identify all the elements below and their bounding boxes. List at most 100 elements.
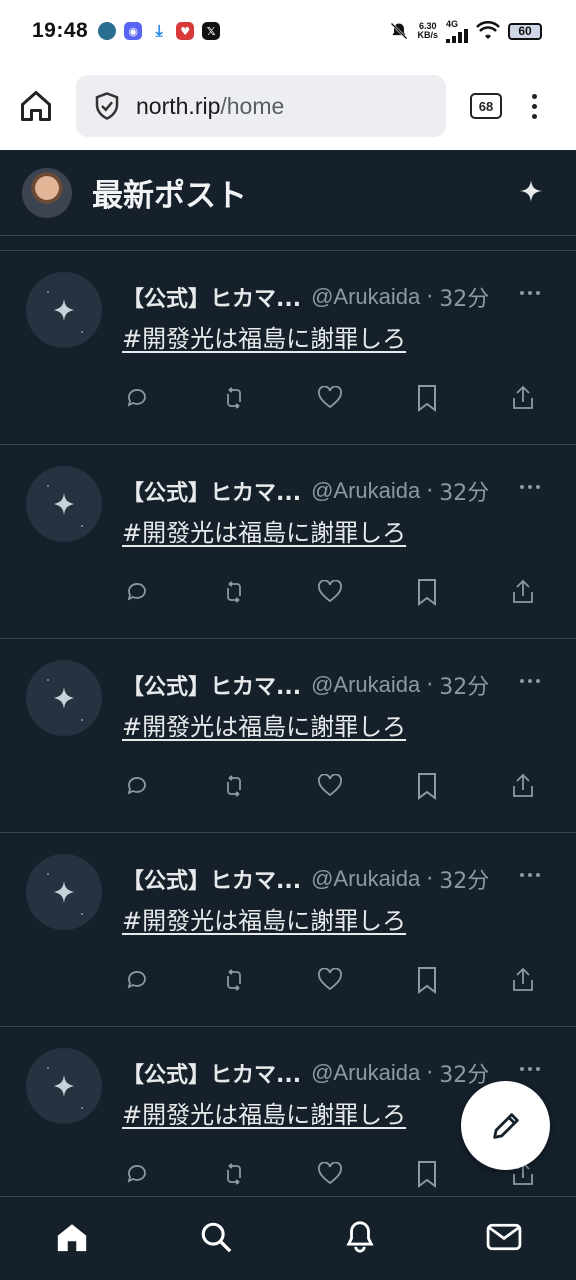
nav-notifications-icon[interactable] [340,1217,380,1257]
signal-icon [446,29,468,43]
more-options-icon[interactable] [520,485,540,489]
post-separator: · [426,284,434,310]
more-options-icon[interactable] [520,291,540,295]
post-author-name[interactable]: 【公式】ヒカマ... [122,281,301,313]
post-author-name[interactable]: 【公式】ヒカマ... [122,669,301,701]
share-icon[interactable] [508,577,538,607]
post-item[interactable]: 【公式】ヒカマ... @Arukaida · 32分 #開發光は福島に謝罪しろ [0,445,576,639]
avatar[interactable] [22,167,72,218]
post-author-name[interactable]: 【公式】ヒカマ... [122,863,301,895]
reply-icon[interactable] [122,577,152,607]
share-icon[interactable] [508,965,538,995]
post-timestamp[interactable]: 32分 [439,1057,489,1089]
repost-icon[interactable] [219,577,249,607]
post-timestamp[interactable]: 32分 [439,863,489,895]
net-type: 4G [446,19,459,29]
post-timestamp[interactable]: 32分 [439,475,489,507]
more-options-icon[interactable] [520,1067,540,1071]
post-text[interactable]: #開發光は福島に謝罪しろ [122,901,406,936]
more-options-icon[interactable] [520,873,540,877]
tab-switcher-button[interactable]: 68 [470,93,502,119]
post-separator: · [426,1060,434,1086]
url-text[interactable]: north.rip/home [136,93,284,120]
like-icon[interactable] [315,577,345,607]
post-actions [122,577,542,607]
post-avatar[interactable] [26,854,102,930]
reply-icon[interactable] [122,965,152,995]
post-actions [122,383,542,413]
post-author-handle[interactable]: @Arukaida [311,672,420,698]
post-item[interactable]: 【公式】ヒカマ... @Arukaida · 32分 #開發光は福島に謝罪しろ [0,251,576,445]
post-author-name[interactable]: 【公式】ヒカマ... [122,1057,301,1089]
url-domain: north.rip [136,92,221,119]
status-indicators: 6.30 KB/s 4G 60 [389,19,542,43]
repost-icon[interactable] [219,383,249,413]
nav-messages-icon[interactable] [484,1217,524,1257]
like-icon[interactable] [315,771,345,801]
post-actions [122,965,542,995]
reply-icon[interactable] [122,383,152,413]
browser-menu-icon[interactable] [532,93,537,119]
post-avatar[interactable] [26,1048,102,1124]
post-author-handle[interactable]: @Arukaida [311,284,420,310]
bookmark-icon[interactable] [412,577,442,607]
battery-level: 60 [518,24,532,38]
post-author-name[interactable]: 【公式】ヒカマ... [122,475,301,507]
like-icon[interactable] [315,1159,345,1189]
bookmark-icon[interactable] [412,383,442,413]
post-header: 【公式】ヒカマ... @Arukaida · 32分 [122,281,489,313]
like-icon[interactable] [315,965,345,995]
post-header: 【公式】ヒカマ... @Arukaida · 32分 [122,669,489,701]
post-avatar[interactable] [26,660,102,736]
post-text[interactable]: #開發光は福島に謝罪しろ [122,1095,406,1130]
post-timestamp[interactable]: 32分 [439,669,489,701]
reply-icon[interactable] [122,771,152,801]
sparkle-avatar-icon [47,485,83,527]
share-icon[interactable] [508,771,538,801]
wifi-icon [476,21,500,39]
post-avatar[interactable] [26,272,102,348]
post-item[interactable]: 【公式】ヒカマ... @Arukaida · 32分 #開發光は福島に謝罪しろ [0,639,576,833]
mute-bell-icon [391,22,408,40]
url-bar[interactable]: north.rip/home [76,75,446,137]
repost-icon[interactable] [219,771,249,801]
post-timestamp[interactable]: 32分 [439,281,489,313]
url-path: /home [220,92,285,119]
bookmark-icon[interactable] [412,965,442,995]
status-app-icons: ◉ ⤓ ♥ 𝕏 [98,21,221,40]
site-security-icon[interactable] [92,91,122,121]
post-text[interactable]: #開發光は福島に謝罪しろ [122,319,406,354]
compose-button[interactable] [461,1081,550,1170]
battery-icon: 60 [508,22,542,40]
bookmark-icon[interactable] [412,1159,442,1189]
download-icon: ⤓ [155,21,163,40]
post-header: 【公式】ヒカマ... @Arukaida · 32分 [122,1057,489,1089]
home-icon[interactable] [18,88,54,124]
post-separator: · [426,672,434,698]
repost-icon[interactable] [219,1159,249,1189]
nav-home-icon[interactable] [52,1217,92,1257]
x-app-icon: 𝕏 [202,22,221,40]
page-title: 最新ポスト [92,178,247,214]
more-options-icon[interactable] [520,679,540,683]
post-author-handle[interactable]: @Arukaida [311,1060,420,1086]
sparkle-icon[interactable] [520,179,542,206]
post-separator: · [426,478,434,504]
discord-icon: ◉ [124,22,143,40]
post-avatar[interactable] [26,466,102,542]
repost-icon[interactable] [219,965,249,995]
reply-icon[interactable] [122,1159,152,1189]
bookmark-icon[interactable] [412,771,442,801]
post-author-handle[interactable]: @Arukaida [311,866,420,892]
post-text[interactable]: #開發光は福島に謝罪しろ [122,513,406,548]
status-time: 19:48 [32,19,89,42]
nav-search-icon[interactable] [196,1217,236,1257]
post-author-handle[interactable]: @Arukaida [311,478,420,504]
post-separator: · [426,866,434,892]
status-bar: 19:48 ◉ ⤓ ♥ 𝕏 6.30 KB/s 4G 60 [0,0,576,62]
post-text[interactable]: #開發光は福島に謝罪しろ [122,707,406,742]
post-item[interactable]: 【公式】ヒカマ... @Arukaida · 32分 #開發光は福島に謝罪しろ [0,833,576,1027]
share-icon[interactable] [508,383,538,413]
like-icon[interactable] [315,383,345,413]
post-actions [122,771,542,801]
